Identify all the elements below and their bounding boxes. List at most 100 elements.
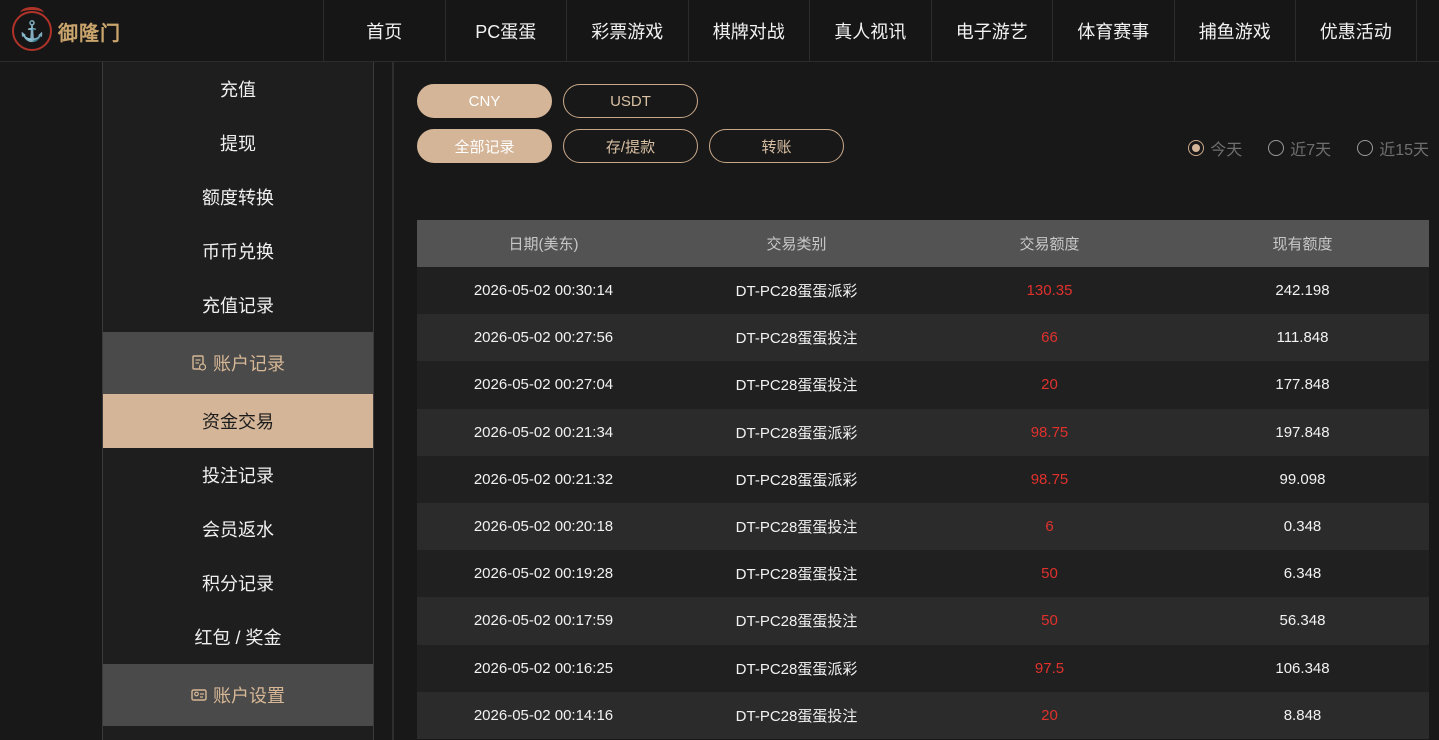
- cell-amount: 20: [1041, 706, 1058, 724]
- table-row[interactable]: 2026-05-02 00:27:04 DT-PC28蛋蛋投注 20 177.848: [417, 361, 1429, 409]
- date-filter-label: 近7天: [1290, 142, 1332, 159]
- table-header: 日期(美东) 交易类别 交易额度 现有额度: [417, 220, 1429, 267]
- sidebar-item[interactable]: 额度转换: [103, 170, 373, 224]
- table-row[interactable]: 2026-05-02 00:27:56 DT-PC28蛋蛋投注 66 111.848: [417, 314, 1429, 362]
- nav-item[interactable]: 捕鱼游戏: [1173, 0, 1296, 62]
- table-row[interactable]: 2026-05-02 00:20:18 DT-PC28蛋蛋投注 6 0.348: [417, 502, 1429, 551]
- cell-balance: 0.348: [1283, 518, 1322, 536]
- logo-emblem-icon: ⚓: [12, 7, 52, 51]
- sidebar-item[interactable]: 充值记录: [103, 278, 373, 332]
- sidebar-item[interactable]: 提现: [103, 116, 373, 170]
- nav-item[interactable]: PC蛋蛋: [444, 0, 567, 62]
- cell-amount: 97.5: [1034, 659, 1065, 677]
- cell-balance: 177.848: [1275, 376, 1330, 394]
- cell-date: 2026-05-02 00:27:56: [473, 329, 614, 347]
- sidebar-group-account-settings[interactable]: 账户设置: [103, 664, 373, 726]
- currency-tab-cny[interactable]: CNY: [417, 84, 552, 118]
- cell-date: 2026-05-02 00:19:28: [473, 565, 614, 583]
- brand-logo[interactable]: ⚓ 御隆门: [12, 6, 122, 56]
- tab-all-records[interactable]: 全部记录: [417, 129, 552, 163]
- radio-selected-icon: [1188, 140, 1205, 156]
- cell-amount: 130.35: [1026, 282, 1073, 300]
- sidebar-item[interactable]: 资金交易: [103, 394, 373, 448]
- cell-balance: 197.848: [1275, 423, 1330, 441]
- table-row[interactable]: 2026-05-02 00:30:14 DT-PC28蛋蛋派彩 130.35 242.…: [417, 267, 1429, 315]
- date-filter-label: 近15天: [1379, 142, 1429, 159]
- table-body: 2026-05-02 00:30:14 DT-PC28蛋蛋派彩 130.35 242.…: [417, 267, 1429, 739]
- table-row[interactable]: 2026-05-02 00:17:59 DT-PC28蛋蛋投注 50 56.348: [417, 597, 1429, 645]
- tab-transfer[interactable]: 转账: [709, 129, 844, 163]
- tab-deposit-withdraw[interactable]: 存/提款: [563, 129, 698, 163]
- cell-type: DT-PC28蛋蛋派彩: [735, 283, 858, 301]
- top-bar: ⚓ 御隆门 首页 PC蛋蛋 彩票游戏 棋牌对战 真人视讯 电子游艺 体育赛事 捕鱼游戏 优惠活动: [0, 0, 1439, 62]
- cell-date: 2026-05-02 00:27:04: [473, 376, 614, 394]
- cell-type: DT-PC28蛋蛋投注: [735, 377, 858, 395]
- cell-date: 2026-05-02 00:30:14: [473, 282, 614, 300]
- cell-balance: 6.348: [1283, 565, 1322, 583]
- table-row[interactable]: 2026-05-02 00:16:25 DT-PC28蛋蛋派彩 97.5 106.34…: [417, 644, 1429, 692]
- cell-date: 2026-05-02 00:21:32: [473, 470, 614, 488]
- table-row[interactable]: 2026-05-02 00:19:28 DT-PC28蛋蛋投注 50 6.348: [417, 550, 1429, 598]
- currency-tab-usdt[interactable]: USDT: [563, 84, 698, 118]
- cell-amount: 66: [1041, 329, 1058, 347]
- column-header-balance: 现有额度: [1272, 236, 1333, 253]
- cell-type: DT-PC28蛋蛋派彩: [735, 424, 858, 442]
- table-row[interactable]: 2026-05-02 00:14:16 DT-PC28蛋蛋投注 20 8.848: [417, 691, 1429, 739]
- nav-item[interactable]: 棋牌对战: [687, 0, 810, 62]
- nav-item[interactable]: 体育赛事: [1052, 0, 1174, 62]
- radio-icon: [1268, 140, 1285, 156]
- nav-item[interactable]: 彩票游戏: [566, 0, 688, 62]
- date-filter-15days[interactable]: 近15天: [1357, 136, 1429, 160]
- cell-date: 2026-05-02 00:17:59: [473, 612, 614, 630]
- cell-amount: 20: [1041, 376, 1058, 394]
- nav-item[interactable]: 电子游艺: [930, 0, 1053, 62]
- record-icon: [191, 355, 207, 371]
- sidebar: 充值 提现 额度转换 币币兑换 充值记录 账户记录 资金交易 投注记录 会员返水 积分记录 红包…: [102, 62, 374, 740]
- sidebar-item[interactable]: 会员返水: [103, 502, 373, 556]
- cell-type: DT-PC28蛋蛋投注: [735, 519, 858, 537]
- cell-amount: 98.75: [1030, 470, 1069, 488]
- cell-balance: 242.198: [1275, 282, 1330, 300]
- sidebar-group-label: 账户设置: [213, 686, 285, 706]
- table-row[interactable]: 2026-05-02 00:21:34 DT-PC28蛋蛋派彩 98.75 197.8…: [417, 408, 1429, 456]
- date-filter-7days[interactable]: 近7天: [1268, 136, 1331, 160]
- date-filter-label: 今天: [1210, 142, 1243, 159]
- sidebar-item[interactable]: 充值: [103, 62, 373, 116]
- cell-type: DT-PC28蛋蛋投注: [735, 613, 858, 631]
- table-row[interactable]: 2026-05-02 00:21:32 DT-PC28蛋蛋派彩 98.75 99.09…: [417, 455, 1429, 503]
- sidebar-item[interactable]: 币币兑换: [103, 224, 373, 278]
- cell-amount: 98.75: [1030, 423, 1069, 441]
- date-filter: 今天 近7天 近15天: [1188, 136, 1429, 160]
- cell-amount: 50: [1041, 565, 1058, 583]
- cell-type: DT-PC28蛋蛋派彩: [735, 471, 858, 489]
- cell-date: 2026-05-02 00:14:16: [473, 706, 614, 724]
- date-filter-today[interactable]: 今天: [1188, 136, 1242, 160]
- cell-type: DT-PC28蛋蛋投注: [735, 707, 858, 725]
- column-header-type: 交易类别: [766, 236, 827, 253]
- sidebar-group-label: 账户记录: [213, 354, 285, 374]
- nav-item[interactable]: 首页: [323, 0, 445, 62]
- nav-item[interactable]: 优惠活动: [1295, 0, 1417, 62]
- cell-amount: 50: [1041, 612, 1058, 630]
- sidebar-group-account-records[interactable]: 账户记录: [103, 332, 373, 394]
- column-header-date: 日期(美东): [508, 236, 579, 253]
- cell-balance: 56.348: [1279, 612, 1326, 630]
- cell-date: 2026-05-02 00:20:18: [473, 518, 614, 536]
- column-header-amount: 交易额度: [1019, 236, 1080, 253]
- sidebar-item[interactable]: 积分记录: [103, 556, 373, 610]
- content-divider: [392, 62, 394, 740]
- brand-name: 御隆门: [58, 20, 121, 45]
- cell-date: 2026-05-02 00:16:25: [473, 659, 614, 677]
- cell-balance: 111.848: [1276, 329, 1329, 347]
- main-nav: 首页 PC蛋蛋 彩票游戏 棋牌对战 真人视讯 电子游艺 体育赛事 捕鱼游戏 优惠活动: [323, 0, 1417, 62]
- transactions-table: 日期(美东) 交易类别 交易额度 现有额度 2026-05-02 00:30:1…: [417, 220, 1429, 739]
- sidebar-item[interactable]: 红包 / 奖金: [103, 610, 373, 664]
- cell-type: DT-PC28蛋蛋派彩: [735, 660, 858, 678]
- sidebar-item[interactable]: 投注记录: [103, 448, 373, 502]
- cell-type: DT-PC28蛋蛋投注: [735, 330, 858, 348]
- cell-balance: 99.098: [1279, 470, 1326, 488]
- cell-balance: 8.848: [1283, 706, 1322, 724]
- cell-amount: 6: [1045, 518, 1054, 536]
- nav-item[interactable]: 真人视讯: [809, 0, 931, 62]
- cell-date: 2026-05-02 00:21:34: [473, 423, 614, 441]
